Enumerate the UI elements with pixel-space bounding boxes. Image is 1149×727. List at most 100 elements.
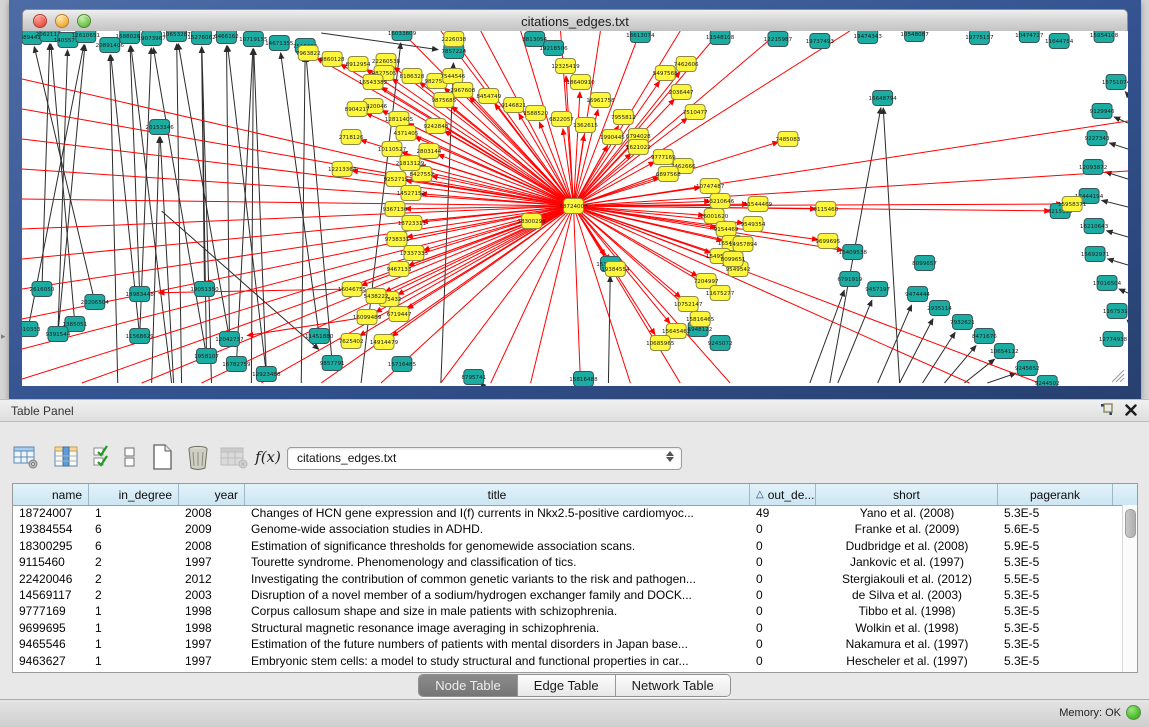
network-node-16543382[interactable]: 16543382 <box>359 75 387 90</box>
network-node-17337333[interactable]: 17337333 <box>400 246 429 261</box>
tab-network-table[interactable]: Network Table <box>616 675 730 696</box>
network-node-18300295[interactable]: 18300295 <box>517 214 546 229</box>
network-node-10110527[interactable]: 10110527 <box>378 142 407 157</box>
network-node-11568629[interactable]: 11568629 <box>125 329 154 344</box>
network-node-7544546[interactable]: 7544546 <box>440 69 465 84</box>
network-window-titlebar[interactable]: citations_edges.txt <box>22 9 1128 33</box>
network-node-1621022[interactable]: 1621022 <box>626 140 651 155</box>
network-node-9129946[interactable]: 9129946 <box>1090 104 1115 119</box>
delete-icon[interactable] <box>184 443 212 471</box>
network-node-7932621[interactable]: 7932621 <box>950 315 975 330</box>
network-node-4371405[interactable]: 4371405 <box>394 126 419 141</box>
network-node-16099489[interactable]: 16099489 <box>353 310 382 325</box>
network-node-19737493[interactable]: 19737493 <box>806 34 835 49</box>
network-node-14527152[interactable]: 14527152 <box>397 186 425 201</box>
network-node-18613074[interactable]: 18613074 <box>626 31 655 43</box>
network-node-15958371[interactable]: 15958371 <box>1058 197 1087 212</box>
table-row[interactable]: 969969511998Structural magnetic resonanc… <box>13 620 1123 636</box>
rows-icon[interactable] <box>120 443 140 471</box>
network-node-20153346[interactable]: 20153346 <box>145 120 174 135</box>
tab-node-table[interactable]: Node Table <box>419 675 518 696</box>
table-row[interactable]: 977716911998Corpus callosum shape and si… <box>13 603 1123 619</box>
network-node-11544469[interactable]: 11544469 <box>744 197 773 212</box>
network-node-11644754[interactable]: 11644754 <box>1045 34 1074 49</box>
network-node-7510477[interactable]: 7510477 <box>683 105 708 120</box>
network-node-9227343[interactable]: 9227343 <box>1085 131 1110 146</box>
network-node-12774938[interactable]: 12774938 <box>1099 332 1128 347</box>
network-node-16046755[interactable]: 16046755 <box>338 282 367 297</box>
network-node-7963822[interactable]: 7963822 <box>296 46 321 61</box>
network-node-6897568[interactable]: 6897568 <box>656 167 681 182</box>
network-node-6822057[interactable]: 6822057 <box>549 112 574 127</box>
column-header-short[interactable]: short <box>816 484 998 505</box>
network-node-19775157[interactable]: 19775157 <box>965 31 994 45</box>
network-node-18724007[interactable]: 18724007 <box>559 199 588 214</box>
network-node-11675277[interactable]: 11675277 <box>706 286 735 301</box>
network-node-6719447[interactable]: 6719447 <box>387 307 412 322</box>
network-node-2616050[interactable]: 2616050 <box>30 282 55 297</box>
row-check-icon[interactable] <box>90 443 118 471</box>
network-node-9549354[interactable]: 9549354 <box>741 217 766 232</box>
network-node-8099657[interactable]: 8099657 <box>912 256 937 271</box>
network-node-15816465[interactable]: 15816465 <box>686 312 715 327</box>
network-node-8099651[interactable]: 8099651 <box>721 252 746 267</box>
network-node-15692971[interactable]: 15692971 <box>1081 247 1110 262</box>
table-row[interactable]: 946554611997Estimation of the future num… <box>13 636 1123 652</box>
network-node-9115460[interactable]: 9115460 <box>813 202 838 217</box>
network-node-15954108[interactable]: 15954108 <box>1090 31 1119 43</box>
network-node-7485083[interactable]: 7485083 <box>776 132 801 147</box>
network-node-17016504[interactable]: 17016504 <box>1093 276 1122 291</box>
panel-collapse-arrow[interactable]: ▸ <box>1 331 6 342</box>
network-node-8471676[interactable]: 8471676 <box>972 329 997 344</box>
memory-ok-indicator[interactable] <box>1126 705 1141 720</box>
network-node-9244502[interactable]: 9244502 <box>1035 376 1060 387</box>
network-node-7955812[interactable]: 7955812 <box>611 110 636 125</box>
network-node-19218506[interactable]: 19218506 <box>539 41 568 56</box>
network-node-10474727[interactable]: 10474727 <box>1015 31 1044 43</box>
column-select-icon[interactable] <box>52 443 80 471</box>
network-node-16782759[interactable]: 16782759 <box>222 357 251 372</box>
network-node-9252715[interactable]: 9252715 <box>384 172 409 187</box>
close-panel-icon[interactable] <box>1125 403 1137 421</box>
tab-edge-table[interactable]: Edge Table <box>518 675 616 696</box>
network-node-12042737[interactable]: 12042737 <box>215 332 244 347</box>
network-node-19384554[interactable]: 19384554 <box>601 262 630 277</box>
network-node-9457197[interactable]: 9457197 <box>865 282 890 297</box>
table-row[interactable]: 911546021997Tourette syndrome. Phenomeno… <box>13 554 1123 570</box>
network-node-10719155[interactable]: 10719155 <box>239 32 268 47</box>
network-node-14914479[interactable]: 14914479 <box>370 335 399 350</box>
network-node-18983448[interactable]: 18983448 <box>125 287 154 302</box>
network-node-12325419[interactable]: 12325419 <box>551 59 580 74</box>
network-node-9154469[interactable]: 9154469 <box>714 222 739 237</box>
network-node-9474444[interactable]: 9474444 <box>905 287 930 302</box>
network-node-5438222[interactable]: 5438222 <box>364 289 389 304</box>
network-node-1588520[interactable]: 1588520 <box>523 106 548 121</box>
network-node-12093872[interactable]: 12093872 <box>1079 160 1107 175</box>
network-node-20206504[interactable]: 20206504 <box>81 295 110 310</box>
column-header-year[interactable]: year <box>179 484 245 505</box>
network-node-19474343[interactable]: 19474343 <box>854 31 883 44</box>
network-node-8912954[interactable]: 8912954 <box>346 57 371 72</box>
network-node-14957894[interactable]: 14957894 <box>729 237 758 252</box>
resize-grip[interactable] <box>1112 370 1124 382</box>
network-node-2718126[interactable]: 2718126 <box>339 130 364 145</box>
network-node-9699695[interactable]: 9699695 <box>815 234 840 249</box>
network-node-9245652[interactable]: 9245652 <box>1015 361 1040 376</box>
network-node-16409538[interactable]: 16409538 <box>839 245 868 260</box>
citation-network-graph[interactable]: 1872400788944102062112314055717126106512… <box>22 31 1128 386</box>
network-node-9245072[interactable]: 9245072 <box>708 336 733 351</box>
network-node-18640910[interactable]: 18640910 <box>566 75 595 90</box>
network-node-12215987[interactable]: 12215987 <box>764 32 793 47</box>
network-node-11548108[interactable]: 11548108 <box>706 31 735 45</box>
network-node-8904217[interactable]: 8904217 <box>345 102 370 117</box>
network-node-9242848[interactable]: 9242848 <box>423 119 448 134</box>
network-node-11451880[interactable]: 11451880 <box>305 329 334 344</box>
network-node-15716485[interactable]: 15716485 <box>388 357 417 372</box>
network-node-13210646[interactable]: 13210646 <box>706 194 735 209</box>
zoom-button[interactable] <box>77 14 91 28</box>
network-node-12811405[interactable]: 12811405 <box>385 112 414 127</box>
network-node-8860128[interactable]: 8860128 <box>320 52 345 67</box>
network-node-10747487[interactable]: 10747487 <box>696 179 725 194</box>
network-node-9777169[interactable]: 9777169 <box>651 150 676 165</box>
network-node-18723311[interactable]: 18723311 <box>398 216 427 231</box>
